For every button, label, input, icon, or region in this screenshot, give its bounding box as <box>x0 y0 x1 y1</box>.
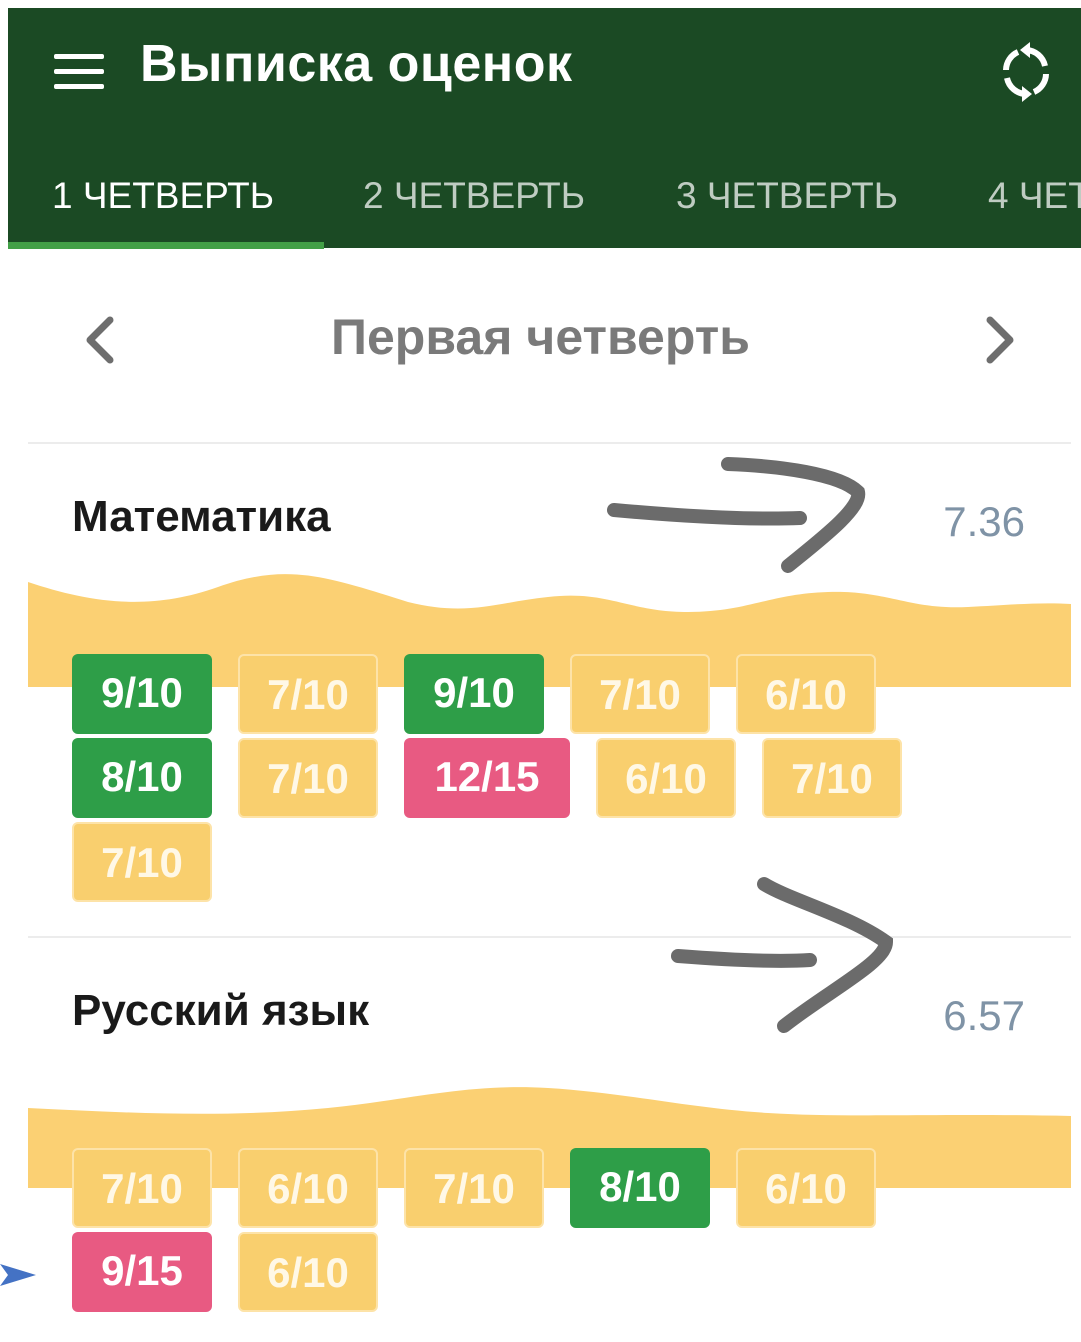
grade-chip[interactable]: 8/10 <box>570 1148 710 1228</box>
tab-indicator <box>8 242 324 249</box>
grade-chip[interactable]: 7/10 <box>570 654 710 734</box>
tab-bar: 1 ЧЕТВЕРТЬ 2 ЧЕТВЕРТЬ 3 ЧЕТВЕРТЬ 4 ЧЕТВЕ… <box>8 158 1081 248</box>
grade-chip[interactable]: 7/10 <box>238 738 378 818</box>
grade-chip[interactable]: 9/15 <box>72 1232 212 1312</box>
app-title: Выписка оценок <box>140 35 573 93</box>
tab-quarter-4[interactable]: 4 ЧЕТВЕРТЬ <box>988 158 1081 248</box>
tab-quarter-1[interactable]: 1 ЧЕТВЕРТЬ <box>52 158 274 248</box>
subject-card[interactable]: Русский язык 6.57 7/10 6/10 7/10 8/10 6/10 9/… <box>28 936 1071 1342</box>
hamburger-menu-icon[interactable] <box>48 48 110 96</box>
grade-chip[interactable]: 9/10 <box>72 654 212 734</box>
subject-average: 7.36 <box>943 498 1025 545</box>
subject-name: Математика <box>72 492 331 541</box>
grade-chip[interactable]: 6/10 <box>736 1148 876 1228</box>
grade-chip[interactable]: 7/10 <box>762 738 902 818</box>
grade-chip[interactable]: 7/10 <box>72 1148 212 1228</box>
sync-icon[interactable] <box>998 42 1054 102</box>
grade-chip[interactable]: 7/10 <box>404 1148 544 1228</box>
grade-chip[interactable]: 12/15 <box>404 738 570 818</box>
arrow-pointer-icon <box>0 1264 36 1286</box>
grade-chip[interactable]: 6/10 <box>736 654 876 734</box>
subject-name: Русский язык <box>72 986 370 1035</box>
grade-chip[interactable]: 7/10 <box>238 654 378 734</box>
app-bar: Выписка оценок 1 ЧЕТВЕРТЬ 2 ЧЕТВЕРТЬ 3 Ч… <box>8 8 1081 249</box>
grade-chip[interactable]: 6/10 <box>238 1148 378 1228</box>
subject-card[interactable]: Математика 7.36 9/10 7/10 9/10 7/10 6/10 8/10… <box>28 442 1071 938</box>
tab-quarter-2[interactable]: 2 ЧЕТВЕРТЬ <box>363 158 585 248</box>
grade-chip[interactable]: 6/10 <box>596 738 736 818</box>
tab-quarter-3[interactable]: 3 ЧЕТВЕРТЬ <box>676 158 898 248</box>
grade-chip[interactable]: 9/10 <box>404 654 544 734</box>
grade-chip[interactable]: 6/10 <box>238 1232 378 1312</box>
chevron-right-icon[interactable] <box>968 310 1028 370</box>
subject-average: 6.57 <box>943 992 1025 1039</box>
grade-chip[interactable]: 7/10 <box>72 822 212 902</box>
period-title: Первая четверть <box>331 309 750 365</box>
grade-chip[interactable]: 8/10 <box>72 738 212 818</box>
